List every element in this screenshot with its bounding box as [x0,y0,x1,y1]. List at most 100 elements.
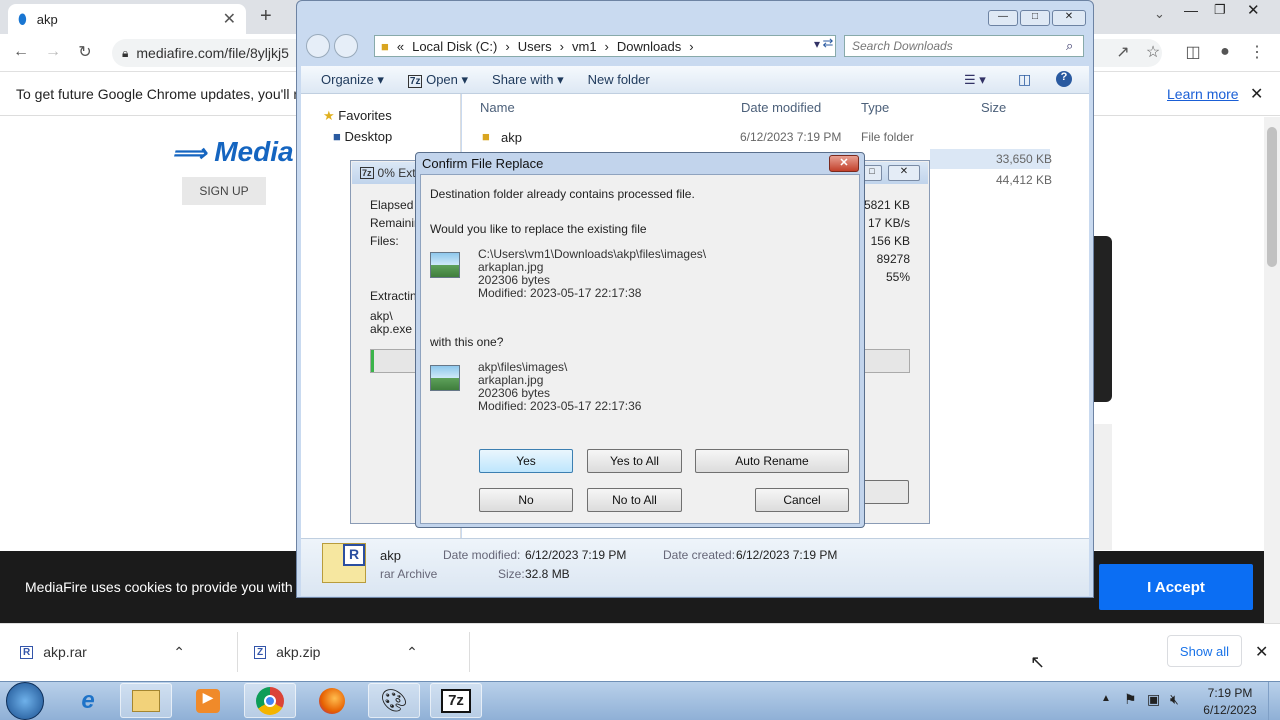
mediafire-favicon-icon: ⬮ [18,10,27,27]
reload-icon[interactable]: ↻ [72,39,98,65]
no-to-all-button[interactable]: No to All [587,488,682,512]
tab-search-icon[interactable]: ⌄ [1154,6,1165,22]
internet-explorer-icon[interactable]: e [62,683,114,718]
breadcrumb-local-disk[interactable]: Local Disk (C:) [412,39,497,54]
auto-rename-button[interactable]: Auto Rename [695,449,849,473]
view-options-icon[interactable]: ☰ ▾ [964,72,986,88]
menu-icon[interactable]: ⋮ [1244,39,1270,65]
explorer-back-icon[interactable] [306,34,330,58]
image-file-icon [430,365,460,391]
date-created-value: 6/12/2023 7:19 PM [736,548,838,562]
close-tab-icon[interactable]: ✕ [223,9,236,29]
column-date-modified[interactable]: Date modified [741,100,821,115]
chrome-icon[interactable] [244,683,296,718]
breadcrumb-users[interactable]: Users [518,39,552,54]
extract-file: akp.exe [370,322,413,336]
yes-to-all-button[interactable]: Yes to All [587,449,682,473]
column-size[interactable]: Size [981,100,1006,115]
remaining-label: Remainin [370,216,421,230]
mouse-cursor-icon: ↖ [1030,652,1046,672]
profile-avatar-icon[interactable]: ● [1212,39,1238,65]
volume-muted-icon[interactable]: 🔇︎ [1170,691,1179,708]
bookmark-star-icon[interactable]: ☆ [1140,39,1166,65]
search-icon: ⌕ [1066,38,1074,53]
download-item-rar[interactable]: R akp.rar ⌃ [20,637,185,667]
divider [237,632,238,672]
explorer-forward-icon[interactable] [334,34,358,58]
download-panel-edge [1094,236,1112,402]
learn-more-link[interactable]: Learn more [1167,86,1239,102]
preview-pane-icon[interactable]: ◫ [1018,71,1031,88]
start-button[interactable] [6,682,44,720]
explorer-minimize-button[interactable]: — [988,10,1018,26]
dialog-close-button[interactable]: ✕ [829,155,859,172]
file-explorer-icon[interactable] [120,683,172,718]
dialog-message: Destination folder already contains proc… [430,187,695,201]
column-type[interactable]: Type [861,100,889,115]
rar-archive-icon: R [322,543,366,583]
desktop-icon: ■ [333,129,341,144]
side-panel-icon[interactable]: ◫ [1180,39,1206,65]
7zip-minimize-button[interactable]: □ [862,165,882,181]
chevron-up-icon[interactable]: ⌃ [173,644,185,661]
explorer-address-bar[interactable]: ■ « Local Disk (C:) › Users › vm1 › Downloa… [374,35,836,57]
mediafire-logo[interactable]: ⟹ Media [172,136,294,168]
download-name: akp.zip [276,644,321,660]
explorer-search-input[interactable]: Search Downloads [844,35,1084,57]
new-tab-button[interactable]: + [260,5,272,28]
network-icon[interactable]: ▣ [1147,691,1160,708]
open-menu[interactable]: 7z Open ▾ [407,72,468,88]
folder-icon: ■ [482,129,490,144]
download-name: akp.rar [43,644,87,660]
page-scrollbar[interactable] [1264,117,1280,623]
share-icon[interactable]: ↗ [1110,39,1136,65]
firefox-icon[interactable] [306,683,358,718]
help-icon[interactable]: ? [1056,71,1072,87]
organize-menu[interactable]: Organize ▾ [321,72,384,88]
breadcrumb-vm1[interactable]: vm1 [572,39,597,54]
accept-cookies-button[interactable]: I Accept [1099,564,1253,610]
favorites-item[interactable]: ★ Favorites [323,108,392,124]
media-player-icon[interactable]: ▶ [182,683,234,718]
signup-button[interactable]: SIGN UP [182,177,266,205]
chevron-up-icon[interactable]: ⌃ [406,644,418,661]
star-icon: ★ [323,108,335,123]
close-window-icon[interactable]: ✕ [1247,1,1260,19]
show-desktop-button[interactable] [1268,682,1280,720]
show-hidden-icons[interactable]: ▲ [1101,693,1111,704]
show-all-button[interactable]: Show all [1167,635,1242,667]
breadcrumb-downloads[interactable]: Downloads [617,39,681,54]
close-infobar-icon[interactable]: ✕ [1250,84,1263,104]
new-folder-button[interactable]: New folder [588,72,650,87]
7zip-close-button[interactable]: ✕ [888,165,920,181]
back-icon[interactable]: ← [8,39,34,65]
paint-icon[interactable]: 🎨︎ [368,683,420,718]
7zip-title: 0% Ext [377,166,416,180]
desktop-item[interactable]: ■ Desktop [333,129,392,144]
share-with-menu[interactable]: Share with ▾ [492,72,564,88]
date-created-label: Date created: [663,548,736,562]
file-row[interactable]: ■ akp 6/12/2023 7:19 PM File folder [470,128,1070,148]
no-button[interactable]: No [479,488,573,512]
side-panel-edge [1094,424,1112,550]
column-name[interactable]: Name [480,100,515,115]
breadcrumb-back[interactable]: « [397,39,404,54]
action-center-flag-icon[interactable]: ⚑ [1124,691,1137,708]
explorer-refresh-icon[interactable]: ⇄ [818,35,838,57]
minimize-window-icon[interactable]: — [1184,2,1198,18]
download-item-zip[interactable]: Z akp.zip ⌃ [254,637,418,667]
forward-icon[interactable]: → [40,39,66,65]
clock-time[interactable]: 7:19 PM [1200,686,1260,700]
dialog-title: Confirm File Replace [422,156,544,171]
explorer-maximize-button[interactable]: □ [1020,10,1050,26]
cancel-button[interactable]: Cancel [755,488,849,512]
existing-modified: Modified: 2023-05-17 22:17:38 [478,286,642,300]
restore-window-icon[interactable]: ❐ [1214,2,1226,18]
yes-button[interactable]: Yes [479,449,573,473]
divider [469,632,470,672]
explorer-close-button[interactable]: ✕ [1052,10,1086,26]
close-downloads-icon[interactable]: ✕ [1255,642,1268,662]
7zip-icon[interactable]: 7z [430,683,482,718]
browser-tab[interactable]: ⬮ akp ✕ [8,4,246,34]
clock-date[interactable]: 6/12/2023 [1198,703,1262,717]
